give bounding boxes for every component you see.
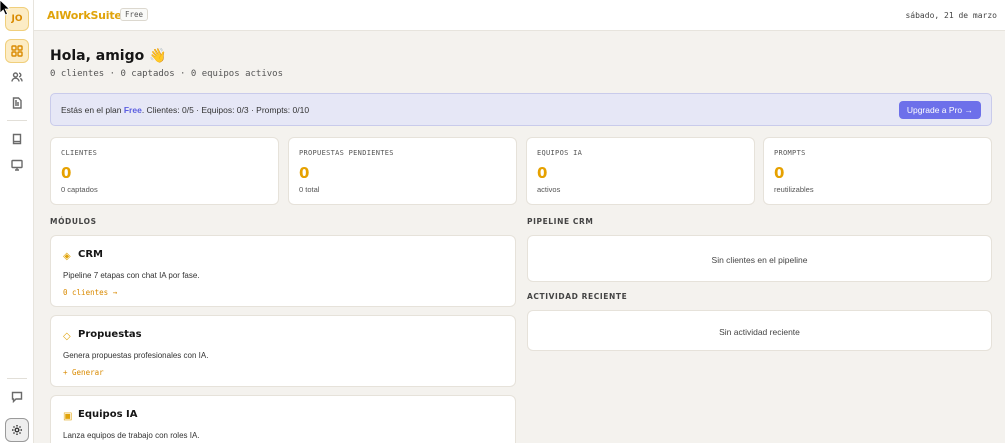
dashboard-icon	[11, 45, 23, 57]
module-title: CRM	[78, 249, 103, 260]
sidebar: JO	[0, 0, 34, 443]
module-title: Equipos IA	[78, 409, 138, 420]
module-description: Lanza equipos de trabajo con roles IA.	[63, 431, 200, 440]
crm-icon: ◈	[63, 251, 71, 262]
sidebar-item-dashboard[interactable]	[5, 39, 29, 63]
plan-name: Free	[123, 105, 142, 115]
sidebar-item-settings[interactable]	[5, 418, 29, 442]
stat-value: 0	[537, 164, 548, 182]
module-title: Propuestas	[78, 329, 142, 340]
stat-label: PROPUESTAS PENDIENTES	[299, 149, 394, 157]
stat-value: 0	[299, 164, 310, 182]
plan-badge: Free	[120, 8, 149, 21]
stat-value: 0	[774, 164, 785, 182]
plan-banner-text: Estás en el plan Free. Clientes: 0/5 · E…	[61, 105, 310, 115]
pipeline-empty-text: Sin clientes en el pipeline	[711, 255, 808, 265]
settings-icon	[12, 425, 22, 435]
stat-sub: 0 total	[299, 185, 320, 194]
module-link[interactable]: + Generar	[63, 368, 104, 377]
stat-label: PROMPTS	[774, 149, 806, 157]
pipeline-heading: PIPELINE CRM	[527, 217, 594, 226]
plan-banner: Estás en el plan Free. Clientes: 0/5 · E…	[50, 93, 992, 126]
stat-sub: 0 captados	[61, 185, 98, 194]
book-icon	[12, 133, 22, 145]
module-description: Pipeline 7 etapas con chat IA por fase.	[63, 271, 200, 280]
activity-heading: ACTIVIDAD RECIENTE	[527, 292, 628, 301]
summary-line: 0 clientes · 0 captados · 0 equipos acti…	[50, 69, 283, 79]
proposals-icon: ◇	[63, 331, 71, 342]
users-icon	[11, 72, 23, 82]
sidebar-divider	[7, 120, 27, 121]
page-title: Hola, amigo 👋	[50, 48, 167, 64]
modules-heading: MÓDULOS	[50, 217, 97, 226]
stat-value: 0	[61, 164, 72, 182]
stat-card-proposals[interactable]: PROPUESTAS PENDIENTES 0 0 total	[288, 137, 517, 205]
stat-label: EQUIPOS IA	[537, 149, 583, 157]
stat-sub: reutilizables	[774, 185, 814, 194]
module-card-teams[interactable]: ▣ Equipos IA Lanza equipos de trabajo co…	[50, 395, 516, 443]
sidebar-item-proposals[interactable]	[5, 91, 29, 115]
sidebar-item-clients[interactable]	[5, 65, 29, 89]
activity-panel: Sin actividad reciente	[527, 310, 992, 351]
chat-icon	[11, 391, 23, 403]
pipeline-panel: Sin clientes en el pipeline	[527, 235, 992, 282]
stat-card-prompts[interactable]: PROMPTS 0 reutilizables	[763, 137, 992, 205]
stat-label: CLIENTES	[61, 149, 98, 157]
sidebar-divider	[7, 378, 27, 379]
upgrade-button[interactable]: Upgrade a Pro →	[898, 101, 981, 119]
document-icon	[12, 97, 22, 109]
module-card-crm[interactable]: ◈ CRM Pipeline 7 etapas con chat IA por …	[50, 235, 516, 307]
current-date: sábado, 21 de marzo	[905, 11, 997, 20]
sidebar-item-teams[interactable]	[5, 153, 29, 177]
monitor-icon	[11, 159, 23, 171]
mouse-cursor-icon	[0, 0, 11, 16]
stat-card-teams[interactable]: EQUIPOS IA 0 activos	[526, 137, 755, 205]
module-link[interactable]: 0 clientes →	[63, 288, 117, 297]
sidebar-item-chat[interactable]	[5, 385, 29, 409]
module-description: Genera propuestas profesionales con IA.	[63, 351, 209, 360]
module-card-proposals[interactable]: ◇ Propuestas Genera propuestas profesion…	[50, 315, 516, 387]
stat-card-clients[interactable]: CLIENTES 0 0 captados	[50, 137, 279, 205]
sidebar-item-library[interactable]	[5, 127, 29, 151]
activity-empty-text: Sin actividad reciente	[719, 327, 800, 337]
teams-icon: ▣	[63, 411, 73, 422]
brand-logo[interactable]: AIWorkSuite	[47, 9, 122, 22]
stat-sub: activos	[537, 185, 561, 194]
top-bar: AIWorkSuite Free sábado, 21 de marzo	[34, 0, 1005, 31]
